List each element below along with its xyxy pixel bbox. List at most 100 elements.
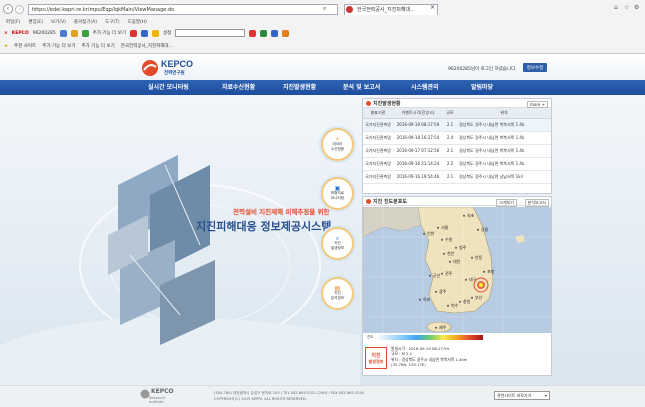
city-label: 대전 [453,258,461,264]
city-label: 전주 [445,270,453,276]
city-marker [477,228,479,231]
toolbar-refresh-icon[interactable] [81,29,89,37]
bullet-icon [366,199,371,204]
column-header: 발표기관 [363,108,393,119]
favorites-star-icon[interactable]: ★ [4,44,8,49]
table-row[interactable]: 국가지진관측망 2016-09-19 08:17:59 2.1 경상북도 경주시… [363,118,551,132]
cell-location: 경상북도 경주시 내남면 북북서쪽 1.4k [457,131,551,145]
toolbar-mail-icon[interactable] [59,29,67,37]
toolbar-red-icon[interactable] [129,29,137,37]
toolbar-add-label[interactable]: 추가 기능 더 보기 [93,30,126,36]
toolbar-red2-icon[interactable] [249,29,257,37]
cell-time: 2016-09-19 08:17:59 [393,118,443,132]
cell-time: 2016-09-16 19:54:46 [393,170,443,184]
city-label: 속초 [467,212,475,218]
toolbar-orange-icon[interactable] [282,29,290,37]
browser-toolbar: × KEPCO 96200285 추가 기능 더 보기 설정 [0,27,645,39]
toolbar-yellow-icon[interactable] [151,29,159,37]
fav-item-addon-1[interactable]: 추가 기능 더 보기 [42,43,75,49]
star-icon[interactable]: ☆ [624,4,629,11]
city-marker [435,290,437,293]
tab-close-icon[interactable]: × [430,4,435,11]
nav-data-receipt[interactable]: 자료수신현황 [222,80,255,95]
more-button[interactable]: more + [527,101,548,108]
cell-location: 경상북도 경주시 내남면 북북서쪽 1.4k [457,144,551,158]
analysis-report-button[interactable]: 분석보고서 [524,199,549,207]
welcome-text: 96200285님이 로그인 하셨습니다. [448,67,517,72]
gear-icon[interactable]: ⚙ [634,4,639,11]
nav-quake-status[interactable]: 지진발생현황 [283,80,316,95]
table-row[interactable]: 국가지진관측망 2016-09-17 07:12:56 2.1 경상북도 경주시… [363,144,551,158]
fav-item-kepco[interactable]: 한국전력공사_지진피해대... [121,43,173,49]
city-label: 강릉 [481,226,489,232]
table-row[interactable]: 국가지진관측망 2016-09-16 19:54:46 2.1 경상북도 경주시… [363,170,551,184]
quick-link-quake-info[interactable]: ⌕ 지진 발생정보 [321,227,354,260]
select-value: 관련사이트 바로가기 [497,393,532,398]
zoom-button[interactable]: 크게보기 [496,199,517,207]
related-sites-select[interactable]: 관련사이트 바로가기 ▾ [494,391,550,400]
city-label: 수원 [445,236,453,242]
panel-header: 지진 진도분포도 크게보기 분석보고서 [363,197,551,207]
home-icon[interactable]: ⌂ [614,4,618,11]
panel-title: 지진 진도분포도 [373,198,407,205]
nav-analysis-report[interactable]: 분석 및 보고서 [343,80,380,95]
address-bar[interactable]: https://edei.kepri.re.kr/mpu/Eqp/lqkMain… [28,4,338,15]
city-label: 여수 [451,302,459,308]
hero-title: 지진피해대응 정보제공시스템 [196,220,332,233]
logo-subtext: 전력연구원 [164,71,185,76]
table-row[interactable]: 국가지진관측망 2016-09-16 21:14:24 2.2 경상북도 경주시… [363,157,551,171]
quick-link-waveform[interactable]: ▣ 파형자료 모니터링 [321,177,354,210]
table-row[interactable]: 국가지진관측망 2016-09-18 16:27:54 2.4 경상북도 경주시… [363,131,551,145]
city-marker [447,304,449,307]
toolbar-blue2-icon[interactable] [271,29,279,37]
cell-location: 경상북도 경주시 내남면 남남서쪽 1kil [457,170,551,184]
quick-link-data-receipt[interactable]: ⚡ 데이터 수신현황 [321,128,354,161]
nav-notice[interactable]: 알림마당 [471,80,493,95]
city-label: 안동 [475,254,483,260]
toolbar-folder-icon[interactable] [70,29,78,37]
nav-system-admin[interactable]: 시스템관리 [411,80,439,95]
toolbar-settings-label[interactable]: 설정 [163,30,171,36]
hero-graphic [0,155,360,385]
badge-label: 발생정보 [368,358,384,364]
city-marker [471,256,473,259]
footer-address: (305-760) 대전광역시 유성구 문지로 105 | TEL 042-86… [214,391,365,395]
menu-edit[interactable]: 편집(E) [28,19,43,25]
city-label: 서울 [441,224,449,230]
city-label: 제주 [439,324,447,330]
quick-link-quake-analysis[interactable]: ▤ 지진 분석정보 [321,277,354,310]
city-label: 부산 [475,294,483,300]
city-label: 청주 [459,244,467,250]
city-marker [449,260,451,263]
fav-item-recommended[interactable]: 추천 사이트 [14,43,36,49]
menu-tools[interactable]: 도구(T) [105,19,120,25]
favorites-bar: ★ 추천 사이트 추가 기능 더 보기 추가 기능 더 보기 한국전력공사_지진… [0,40,645,52]
cell-agency: 국가지진관측망 [363,118,393,132]
quick-link-label: 수신현황 [330,146,345,151]
main-nav: 실시간 모니터링 자료수신현황 지진발생현황 분석 및 보고서 시스템관리 알림… [0,80,645,95]
menu-file[interactable]: 파일(F) [6,19,20,25]
chevron-down-icon: ▾ [544,393,547,398]
forward-icon[interactable]: › [15,5,24,14]
menu-help[interactable]: 도움말(H) [128,19,147,25]
korea-map[interactable]: 속초강릉 서울인천수원청주천안대전 안동포항 전주 군산대구광주목포 부산창원여수제주 [363,207,551,333]
toolbar-blue-icon[interactable] [140,29,148,37]
search-icon[interactable]: ⌕ [323,5,326,13]
menu-view[interactable]: 보기(V) [51,19,66,25]
cell-time: 2016-09-18 16:27:54 [393,131,443,145]
kepco-logo[interactable]: KEPCO 전력연구원 [140,58,216,78]
cell-location: 경상북도 경주시 내남면 북북서쪽 1.4k [457,157,551,171]
toolbar-search-box[interactable] [175,29,246,37]
fav-item-addon-2[interactable]: 추가 기능 더 보기 [81,43,114,49]
edit-info-button[interactable]: 정보수정 [523,63,547,72]
address-text: https://edei.kepri.re.kr/mpu/Eqp/lqkMain… [32,6,175,13]
city-marker [455,246,457,249]
toolbar-close-icon[interactable]: × [4,31,8,36]
nav-realtime-monitoring[interactable]: 실시간 모니터링 [148,80,189,95]
browser-tab[interactable]: 한국전력공사_지진피해대... [344,4,438,15]
menu-favorites[interactable]: 즐겨찾기(A) [74,19,97,25]
back-icon[interactable]: ‹ [3,4,13,14]
column-header: 규모 [443,108,457,119]
toolbar-green-icon[interactable] [260,29,268,37]
column-header: 이벤트시각(진앙시) [393,108,443,119]
